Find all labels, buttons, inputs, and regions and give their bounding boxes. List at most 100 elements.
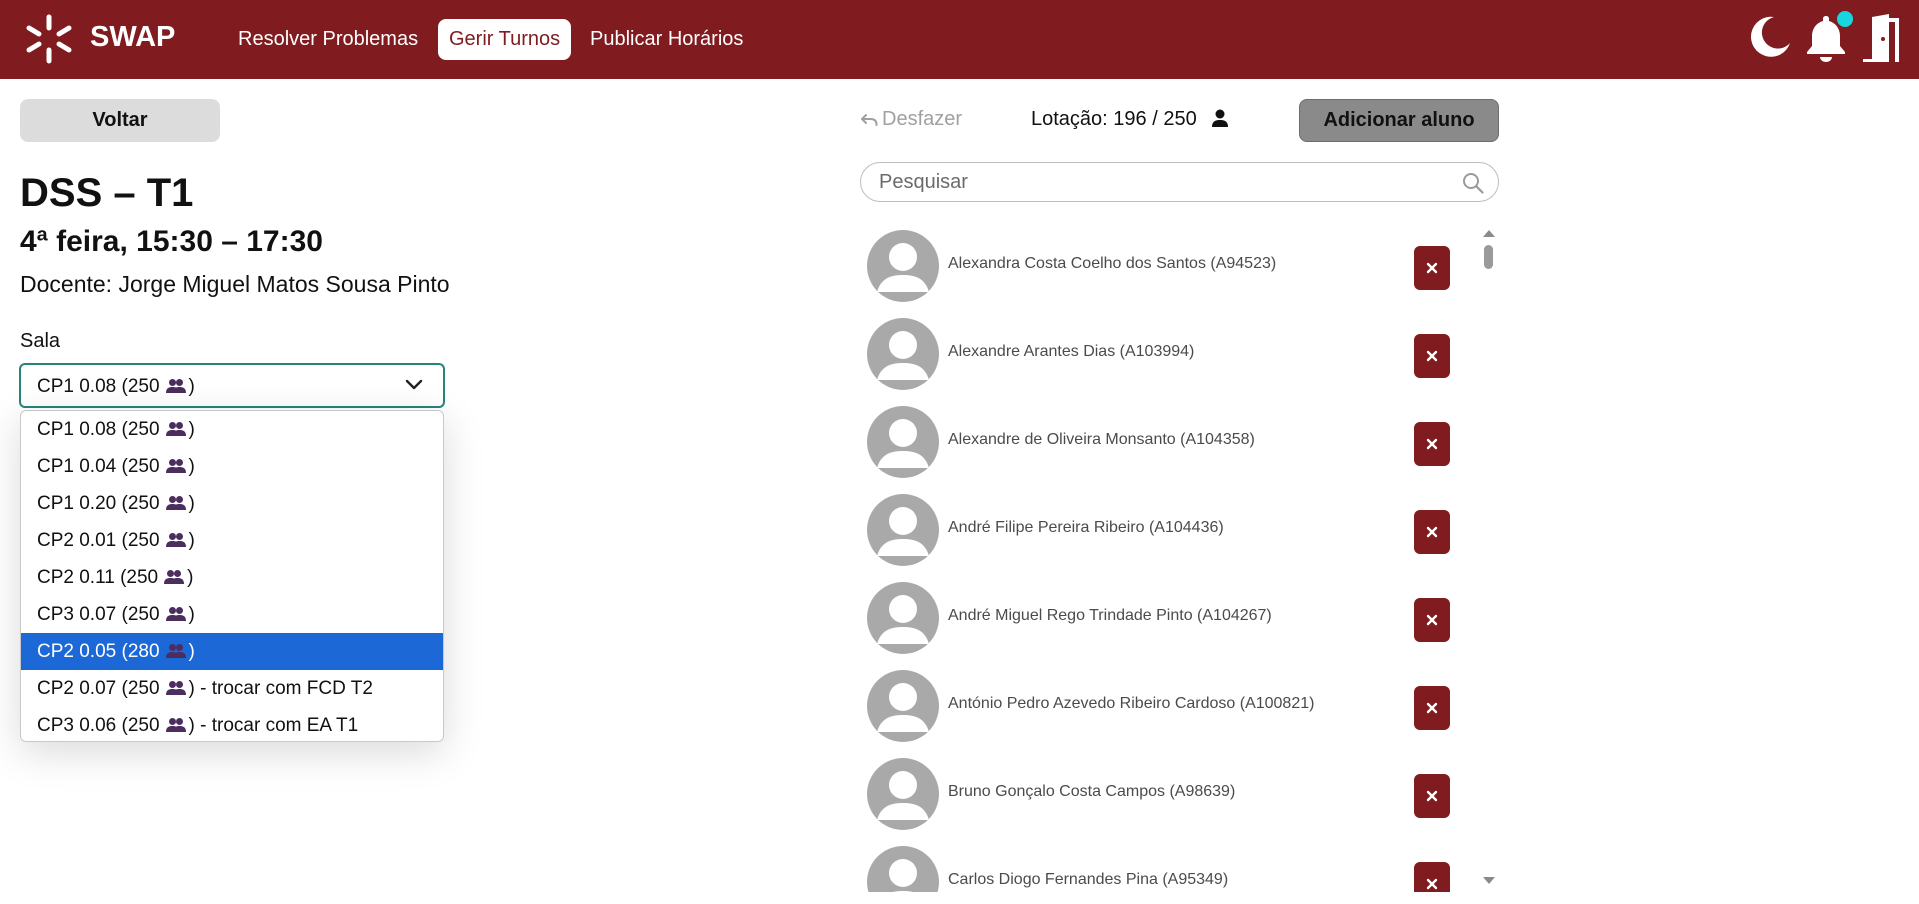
undo-icon	[861, 114, 878, 126]
people-icon	[165, 644, 186, 658]
room-option-suffix: ) - trocar com EA T1	[188, 715, 359, 736]
room-select-text: CP1 0.08 (250	[37, 376, 160, 397]
room-select[interactable]: CP1 0.08 (250)	[19, 363, 445, 408]
undo-button[interactable]: Desfazer	[860, 108, 962, 131]
student-row: Carlos Diogo Fernandes Pina (A95349)	[860, 838, 1482, 892]
student-name: António Pedro Azevedo Ribeiro Cardoso (A…	[948, 695, 1315, 712]
room-option-text: CP2 0.07 (250	[37, 678, 160, 699]
user-avatar-icon	[877, 243, 929, 292]
remove-student-button[interactable]	[1414, 598, 1450, 642]
nav-resolver-problemas[interactable]: Resolver Problemas	[227, 19, 429, 60]
room-option-text: CP2 0.01 (250	[37, 530, 160, 551]
room-option-suffix: )	[187, 567, 194, 588]
room-option[interactable]: CP2 0.07 (250 ) - trocar com FCD T2	[21, 670, 443, 707]
people-icon	[165, 459, 186, 473]
people-icon	[165, 379, 186, 393]
scrollbar-thumb[interactable]	[1484, 245, 1493, 269]
back-button[interactable]: Voltar	[20, 99, 220, 142]
room-label: Sala	[20, 330, 61, 352]
close-icon	[1426, 702, 1438, 714]
teacher-name: Docente: Jorge Miguel Matos Sousa Pinto	[20, 271, 450, 297]
scroll-down-arrow-icon[interactable]	[1482, 876, 1496, 886]
logout-door-icon[interactable]	[1863, 14, 1901, 62]
remove-student-button[interactable]	[1414, 246, 1450, 290]
student-row: Alexandra Costa Coelho dos Santos (A9452…	[860, 222, 1482, 310]
avatar	[867, 582, 939, 654]
add-student-button[interactable]: Adicionar aluno	[1299, 99, 1499, 142]
room-option-suffix: )	[188, 456, 195, 477]
nav-gerir-turnos[interactable]: Gerir Turnos	[438, 19, 572, 60]
people-icon	[165, 681, 186, 695]
user-avatar-icon	[877, 595, 929, 644]
room-option-highlighted[interactable]: CP2 0.05 (280)	[21, 633, 443, 670]
student-row: Alexandre de Oliveira Monsanto (A104358)	[860, 398, 1482, 486]
close-icon	[1426, 614, 1438, 626]
search-icon[interactable]	[1462, 172, 1484, 194]
swap-logo-icon[interactable]	[24, 14, 74, 64]
student-name: Alexandre de Oliveira Monsanto (A104358)	[948, 431, 1255, 448]
brand-name[interactable]: SWAP	[90, 21, 175, 54]
remove-student-button[interactable]	[1414, 422, 1450, 466]
student-row: António Pedro Azevedo Ribeiro Cardoso (A…	[860, 662, 1482, 750]
person-icon	[1212, 109, 1229, 127]
student-row: André Filipe Pereira Ribeiro (A104436)	[860, 486, 1482, 574]
search-box	[860, 162, 1499, 202]
room-option-text: CP1 0.08 (250	[37, 419, 160, 440]
room-option-text: CP2 0.05 (280	[37, 641, 160, 662]
avatar	[867, 318, 939, 390]
room-option[interactable]: CP2 0.01 (250)	[21, 522, 443, 559]
avatar	[867, 846, 939, 892]
remove-student-button[interactable]	[1414, 686, 1450, 730]
close-icon	[1426, 526, 1438, 538]
room-option[interactable]: CP1 0.20 (250)	[21, 485, 443, 522]
student-row: André Miguel Rego Trindade Pinto (A10426…	[860, 574, 1482, 662]
room-option-suffix: )	[188, 493, 195, 514]
remove-student-button[interactable]	[1414, 510, 1450, 554]
people-icon	[165, 496, 186, 510]
nav-publicar-horarios[interactable]: Publicar Horários	[579, 19, 754, 60]
student-name: Alexandra Costa Coelho dos Santos (A9452…	[948, 255, 1277, 272]
room-option[interactable]: CP2 0.11 (250)	[21, 559, 443, 596]
student-name: Bruno Gonçalo Costa Campos (A98639)	[948, 783, 1236, 800]
student-row: Bruno Gonçalo Costa Campos (A98639)	[860, 750, 1482, 838]
room-option[interactable]: CP3 0.06 (250 ) - trocar com EA T1	[21, 707, 443, 741]
room-select-suffix: )	[188, 376, 195, 397]
capacity-text: Lotação: 196 / 250	[1031, 108, 1197, 130]
avatar	[867, 494, 939, 566]
user-avatar-icon	[877, 683, 929, 732]
remove-student-button[interactable]	[1414, 334, 1450, 378]
student-name: André Miguel Rego Trindade Pinto (A10426…	[948, 607, 1272, 624]
chevron-down-icon[interactable]	[405, 378, 423, 392]
room-option[interactable]: CP1 0.04 (250)	[21, 448, 443, 485]
user-avatar-icon	[877, 331, 929, 380]
user-avatar-icon	[877, 507, 929, 556]
student-row: Alexandre Arantes Dias (A103994)	[860, 310, 1482, 398]
close-icon	[1426, 438, 1438, 450]
remove-student-button[interactable]	[1414, 774, 1450, 818]
room-option-text: CP1 0.04 (250	[37, 456, 160, 477]
room-select-value: CP1 0.08 (250)	[37, 376, 195, 398]
people-icon	[165, 607, 186, 621]
remove-student-button[interactable]	[1414, 862, 1450, 892]
schedule-time: 4ª feira, 15:30 – 17:30	[20, 225, 323, 258]
room-option[interactable]: CP3 0.07 (250)	[21, 596, 443, 633]
close-icon	[1426, 878, 1438, 890]
people-icon	[165, 533, 186, 547]
student-name: Carlos Diogo Fernandes Pina (A95349)	[948, 871, 1229, 888]
room-option-suffix: )	[188, 604, 195, 625]
room-option-suffix: ) - trocar com FCD T2	[188, 678, 373, 699]
people-icon	[165, 718, 186, 732]
room-option-text: CP3 0.06 (250	[37, 715, 160, 736]
room-option-text: CP3 0.07 (250	[37, 604, 160, 625]
top-bar: SWAP Resolver Problemas Gerir Turnos Pub…	[0, 0, 1919, 79]
student-name: Alexandre Arantes Dias (A103994)	[948, 343, 1195, 360]
people-icon	[164, 570, 185, 584]
moon-icon[interactable]	[1747, 14, 1793, 60]
scroll-up-arrow-icon[interactable]	[1482, 228, 1496, 238]
room-option[interactable]: CP1 0.08 (250)	[21, 411, 443, 448]
people-icon	[165, 422, 186, 436]
room-option-text: CP2 0.11 (250	[37, 567, 159, 588]
user-avatar-icon	[877, 419, 929, 468]
avatar	[867, 406, 939, 478]
search-input[interactable]	[879, 169, 1439, 195]
